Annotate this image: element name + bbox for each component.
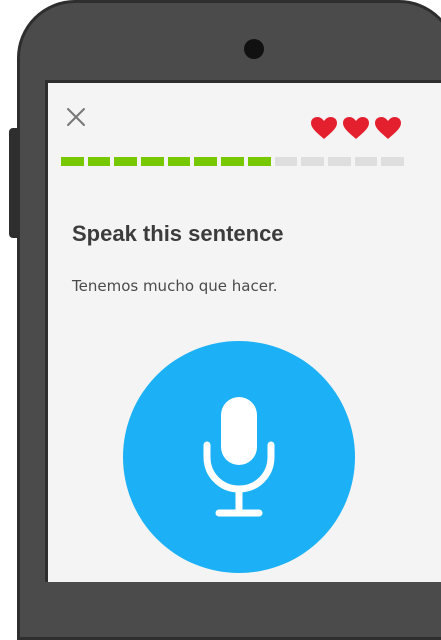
progress-segment (167, 157, 191, 166)
progress-segment (221, 157, 244, 166)
heart-icon (375, 117, 401, 139)
front-camera (244, 39, 264, 59)
heart-icon (311, 117, 337, 139)
app-screen: Speak this sentence Tenemos mucho que ha… (45, 80, 441, 582)
challenge-title: Speak this sentence (72, 221, 284, 246)
close-icon (67, 108, 85, 126)
progress-segment (354, 157, 378, 166)
progress-segment (381, 157, 404, 166)
progress-segment (61, 157, 84, 166)
progress-segment (327, 157, 351, 166)
hearts-lives (310, 116, 405, 140)
progress-segment (114, 157, 138, 166)
progress-segment (301, 157, 324, 166)
lesson-progress-bar (61, 157, 404, 166)
progress-segment (87, 157, 111, 166)
progress-segment (274, 157, 298, 166)
microphone-button[interactable] (123, 341, 355, 573)
heart-icon (343, 117, 369, 139)
microphone-icon (203, 397, 275, 517)
challenge-sentence: Tenemos mucho que hacer. (72, 277, 278, 295)
progress-segment (141, 157, 164, 166)
close-button[interactable] (64, 105, 88, 129)
progress-segment (247, 157, 271, 166)
progress-segment (194, 157, 218, 166)
